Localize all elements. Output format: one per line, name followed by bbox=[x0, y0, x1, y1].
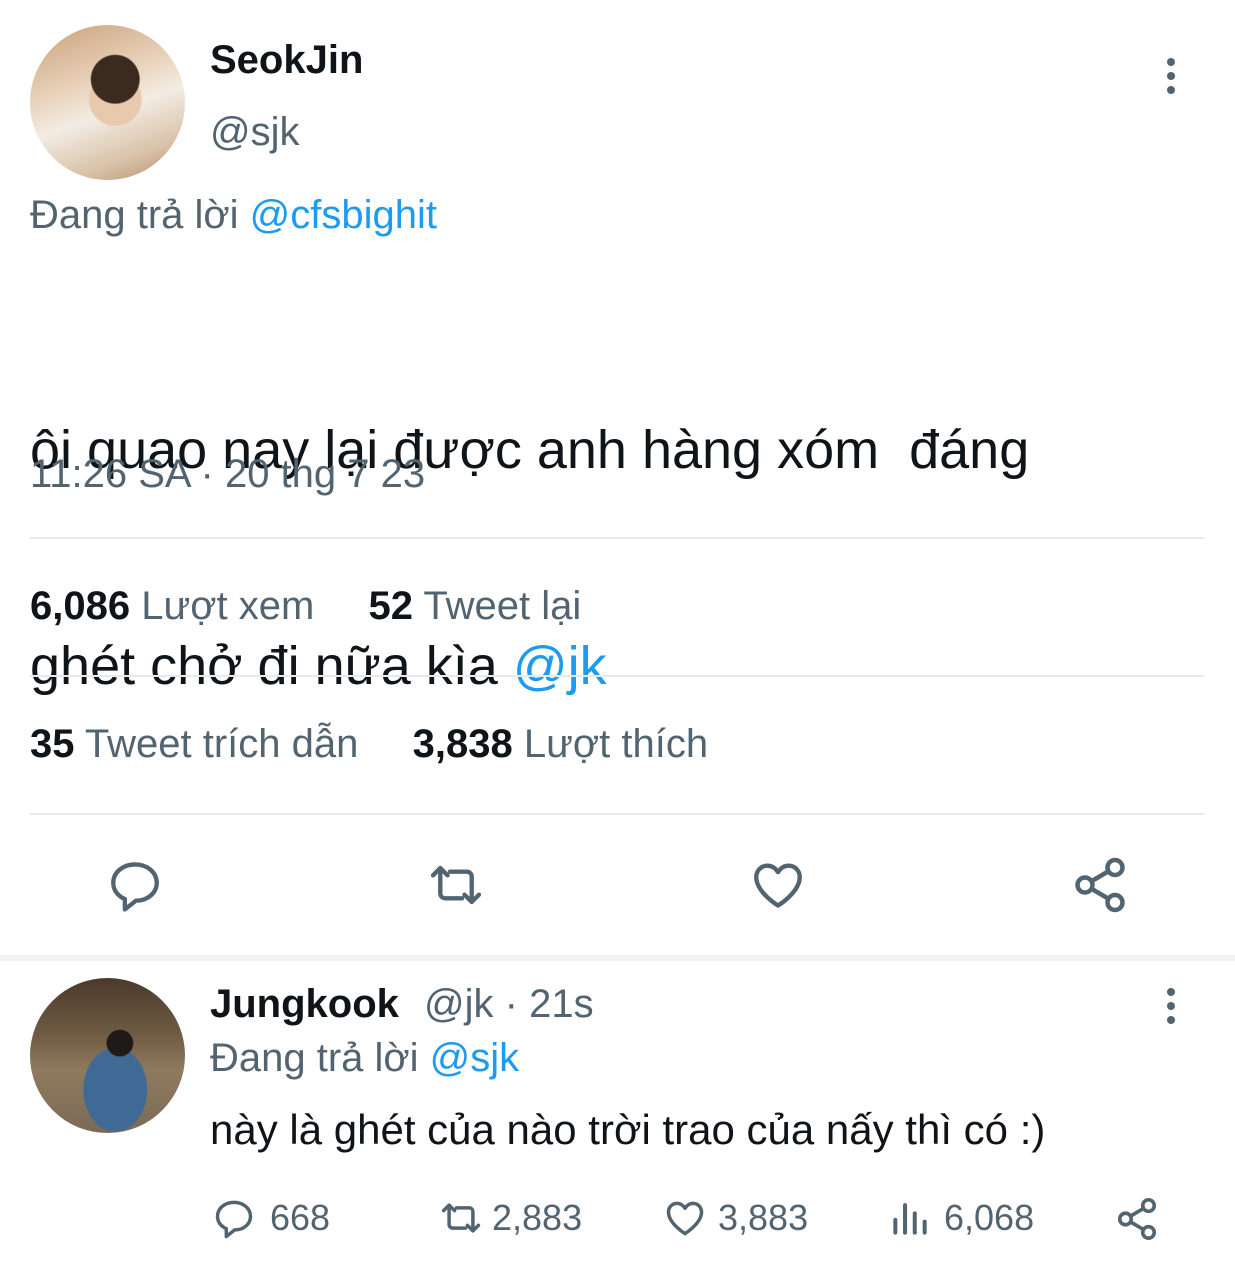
replying-to-link[interactable]: @cfsbighit bbox=[250, 193, 437, 237]
tweet-timestamp[interactable]: 11:26 SA · 20 thg 7 23 bbox=[30, 452, 425, 497]
reply-text: này là ghét của nào trời trao của nấy th… bbox=[210, 1106, 1046, 1153]
share-icon bbox=[1075, 857, 1125, 913]
reply-more-options-button[interactable] bbox=[1165, 988, 1177, 1030]
divider bbox=[30, 537, 1204, 539]
reply-replying-to-link[interactable]: @sjk bbox=[430, 1036, 520, 1080]
reply-replying-to-line: Đang trả lời @sjk bbox=[210, 1036, 519, 1081]
likes-label: Lượt thích bbox=[523, 722, 709, 766]
stats-row-2: 35 Tweet trích dẫn 3,838 Lượt thích bbox=[30, 722, 708, 767]
reply-share-button[interactable] bbox=[1114, 1196, 1174, 1242]
views-label: Lượt xem bbox=[141, 584, 315, 628]
user-handle[interactable]: @sjk bbox=[210, 110, 300, 155]
reply-handle-time[interactable]: @jk · 21s bbox=[424, 982, 594, 1026]
retweet-count: 2,883 bbox=[492, 1197, 583, 1238]
quotes-stat[interactable]: 35 Tweet trích dẫn bbox=[30, 722, 370, 766]
like-button[interactable] bbox=[742, 850, 814, 920]
reply-icon bbox=[215, 1200, 253, 1239]
views-icon bbox=[893, 1203, 927, 1235]
display-name[interactable]: SeokJin bbox=[210, 38, 363, 83]
share-icon bbox=[1117, 1198, 1157, 1240]
more-options-button[interactable] bbox=[1165, 58, 1177, 100]
tweet-text-line2-prefix: ghét chở đi nữa kìa bbox=[30, 636, 498, 696]
avatar-seokjin[interactable] bbox=[30, 25, 185, 180]
reply-like-button[interactable]: 3,883 bbox=[662, 1196, 808, 1240]
reply-replying-prefix: Đang trả lời bbox=[210, 1036, 419, 1080]
reply-reply-button[interactable]: 668 bbox=[212, 1196, 330, 1240]
share-button[interactable] bbox=[1064, 850, 1136, 920]
reply-views-button[interactable]: 6,068 bbox=[888, 1196, 1034, 1240]
views-count: 6,086 bbox=[30, 584, 131, 628]
like-icon bbox=[666, 1201, 704, 1236]
reply-icon bbox=[111, 862, 159, 912]
likes-count: 3,838 bbox=[412, 722, 513, 766]
thread-separator bbox=[0, 955, 1235, 961]
retweet-icon bbox=[430, 865, 482, 905]
retweets-count: 52 bbox=[368, 584, 414, 628]
retweet-icon bbox=[441, 1203, 481, 1233]
reply-retweet-button[interactable]: 2,883 bbox=[436, 1196, 582, 1240]
stats-row-1: 6,086 Lượt xem 52 Tweet lại bbox=[30, 584, 581, 629]
tweet-text-line2: ghét chở đi nữa kìa @jk bbox=[30, 630, 1029, 702]
quotes-count: 35 bbox=[30, 722, 75, 766]
divider bbox=[30, 813, 1204, 815]
quotes-label: Tweet trích dẫn bbox=[84, 722, 359, 766]
replying-prefix: Đang trả lời bbox=[30, 193, 239, 237]
views-stat[interactable]: 6,086 Lượt xem bbox=[30, 584, 325, 628]
views-count: 6,068 bbox=[944, 1197, 1035, 1238]
replying-to-line: Đang trả lời @cfsbighit bbox=[30, 193, 437, 238]
avatar-jungkook[interactable] bbox=[30, 978, 185, 1133]
likes-stat[interactable]: 3,838 Lượt thích bbox=[413, 722, 708, 766]
reply-header: Jungkook @jk · 21s bbox=[210, 982, 594, 1027]
mention-link[interactable]: @jk bbox=[513, 636, 607, 696]
retweets-stat[interactable]: 52 Tweet lại bbox=[369, 584, 582, 628]
like-count: 3,883 bbox=[718, 1197, 809, 1238]
reply-display-name[interactable]: Jungkook bbox=[210, 982, 399, 1026]
retweets-label: Tweet lại bbox=[423, 584, 582, 628]
divider bbox=[30, 675, 1204, 677]
reply-count: 668 bbox=[270, 1197, 331, 1238]
like-icon bbox=[754, 863, 802, 908]
reply-button[interactable] bbox=[100, 850, 170, 920]
retweet-button[interactable] bbox=[420, 850, 492, 920]
